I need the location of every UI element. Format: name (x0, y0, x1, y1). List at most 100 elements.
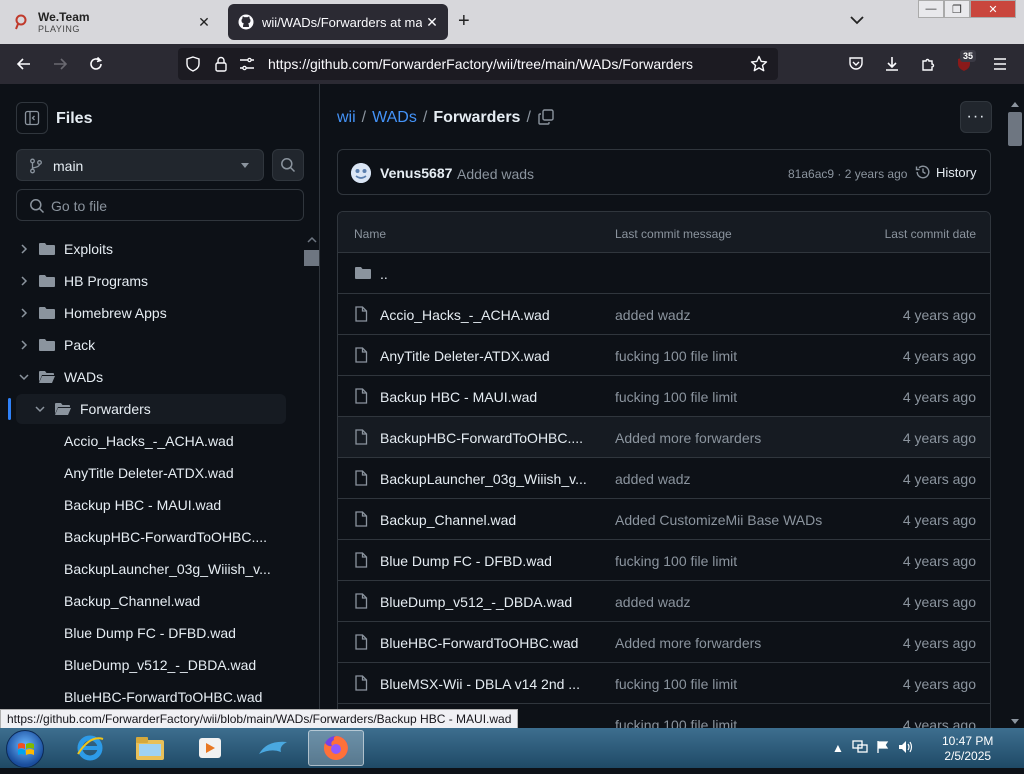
tree-folder-item[interactable]: Pack (16, 330, 286, 360)
tree-folder-item[interactable]: Homebrew Apps (16, 298, 286, 328)
branch-selector[interactable]: main (16, 149, 264, 181)
tree-file-item[interactable]: Backup_Channel.wad (16, 586, 286, 616)
table-row[interactable]: AnyTitle Deleter-ATDX.wad fucking 100 fil… (338, 335, 990, 376)
table-row[interactable]: Backup_Channel.wad Added CustomizeMii Bas… (338, 499, 990, 540)
chevron-right-icon[interactable] (16, 305, 32, 321)
back-button[interactable] (14, 54, 34, 74)
tree-file-item[interactable]: AnyTitle Deleter-ATDX.wad (16, 458, 286, 488)
breadcrumb-repo-link[interactable]: wii (337, 109, 356, 127)
file-name-link[interactable]: BlueHBC-ForwardToOHBC.wad (380, 635, 578, 651)
taskbar-media-player[interactable] (182, 730, 238, 766)
page-scrollbar[interactable] (1006, 100, 1024, 728)
table-row[interactable]: BlueMSX-Wii - DBLA v14 2nd ... fucking 10… (338, 663, 990, 704)
file-name-link[interactable]: AnyTitle Deleter-ATDX.wad (380, 348, 550, 364)
file-name-link[interactable]: Backup_Channel.wad (380, 512, 516, 528)
collapse-sidebar-button[interactable] (16, 102, 48, 134)
window-close-button[interactable]: ✕ (970, 0, 1016, 18)
file-name-link[interactable]: Backup HBC - MAUI.wad (380, 389, 537, 405)
history-button[interactable]: History (915, 164, 976, 180)
file-name-link[interactable]: BackupLauncher_03g_Wiiish_v... (380, 471, 587, 487)
tree-file-item[interactable]: BackupHBC-ForwardToOHBC.... (16, 522, 286, 552)
tree-folder-item[interactable]: Exploits (16, 234, 286, 264)
parent-directory-link[interactable]: .. (380, 266, 388, 282)
table-row[interactable]: BackupLauncher_03g_Wiiish_v... added wadz… (338, 458, 990, 499)
new-tab-button[interactable]: + (458, 10, 470, 33)
file-name-link[interactable]: Accio_Hacks_-_ACHA.wad (380, 307, 550, 323)
go-to-file-field[interactable] (16, 189, 304, 221)
volume-icon[interactable] (898, 740, 914, 757)
commit-message-link[interactable]: added wadz (615, 307, 691, 323)
tree-folder-item[interactable]: Forwarders (16, 394, 286, 424)
address-bar[interactable]: https://github.com/ForwarderFactory/wii/… (178, 48, 778, 80)
network-icon[interactable] (852, 739, 868, 757)
commit-message-link[interactable]: Added more forwarders (615, 635, 761, 651)
taskbar-internet-explorer[interactable] (62, 730, 118, 766)
commit-message-link[interactable]: added wadz (615, 594, 691, 610)
avatar[interactable] (351, 163, 371, 183)
tree-folder-item[interactable]: WADs (16, 362, 286, 392)
tree-file-item[interactable]: Blue Dump FC - DFBD.wad (16, 618, 286, 648)
minimize-button[interactable]: — (918, 0, 944, 18)
taskbar-dolphin[interactable] (246, 730, 302, 766)
lock-icon[interactable] (212, 55, 230, 73)
table-row[interactable]: Blue Dump FC - DFBD.wad fucking 100 file … (338, 540, 990, 581)
commit-message-link[interactable]: fucking 100 file limit (615, 717, 737, 728)
commit-message-link[interactable]: fucking 100 file limit (615, 389, 737, 405)
commit-message-link[interactable]: fucking 100 file limit (615, 553, 737, 569)
start-button[interactable] (6, 730, 44, 768)
file-name-link[interactable]: BlueDump_v512_-_DBDA.wad (380, 594, 572, 610)
commit-message-link[interactable]: fucking 100 file limit (615, 348, 737, 364)
scrollbar-thumb[interactable] (304, 250, 319, 266)
commit-message-link[interactable]: Added CustomizeMii Base WADs (615, 512, 822, 528)
tracking-protection-icon[interactable] (184, 55, 202, 73)
taskbar-firefox[interactable] (308, 730, 364, 766)
copy-path-button[interactable] (537, 108, 555, 126)
commit-message-link[interactable]: added wadz (615, 471, 691, 487)
close-tab-icon[interactable]: ✕ (422, 14, 442, 31)
more-options-button[interactable]: ··· (960, 101, 992, 133)
commit-message-link[interactable]: Added more forwarders (615, 430, 761, 446)
tree-file-item[interactable]: BlueDump_v512_-_DBDA.wad (16, 650, 286, 680)
search-code-button[interactable] (272, 149, 304, 181)
chevron-right-icon[interactable] (16, 337, 32, 353)
close-tab-icon[interactable]: ✕ (194, 14, 214, 31)
extensions-button[interactable] (918, 54, 938, 74)
file-name-link[interactable]: Blue Dump FC - DFBD.wad (380, 553, 552, 569)
commit-message[interactable]: Added wads (457, 166, 534, 182)
downloads-button[interactable] (882, 54, 902, 74)
tray-expand-button[interactable]: ▲ (832, 741, 844, 755)
chevron-right-icon[interactable] (16, 241, 32, 257)
list-tabs-button[interactable] (850, 12, 864, 28)
tree-file-item[interactable]: Accio_Hacks_-_ACHA.wad (16, 426, 286, 456)
maximize-button[interactable]: ❐ (944, 0, 970, 18)
file-name-link[interactable]: BackupHBC-ForwardToOHBC.... (380, 430, 583, 446)
commit-author[interactable]: Venus5687 (380, 165, 452, 181)
tab-github[interactable]: wii/WADs/Forwarders at main ✕ (228, 4, 448, 40)
breadcrumb-wads-link[interactable]: WADs (372, 109, 417, 127)
app-menu-button[interactable] (990, 54, 1010, 74)
table-row[interactable]: Accio_Hacks_-_ACHA.wad added wadz 4 years … (338, 294, 990, 335)
commit-sha[interactable]: 81a6ac9 (788, 167, 834, 181)
reload-button[interactable] (86, 54, 106, 74)
bookmark-star-icon[interactable] (750, 55, 768, 73)
flag-icon[interactable] (876, 740, 890, 757)
table-row[interactable]: BlueDump_v512_-_DBDA.wad added wadz 4 year… (338, 581, 990, 622)
url-text[interactable]: https://github.com/ForwarderFactory/wii/… (268, 56, 693, 72)
tree-folder-item[interactable]: HB Programs (16, 266, 286, 296)
file-name-link[interactable]: BlueMSX-Wii - DBLA v14 2nd ... (380, 676, 580, 692)
tree-file-item[interactable]: BackupLauncher_03g_Wiiish_v... (16, 554, 286, 584)
tree-file-item[interactable]: Backup HBC - MAUI.wad (16, 490, 286, 520)
taskbar-file-explorer[interactable] (122, 730, 178, 766)
sidebar-scrollbar[interactable] (303, 234, 319, 728)
table-row[interactable]: BackupHBC-ForwardToOHBC.... Added more fo… (338, 417, 990, 458)
scroll-up-icon[interactable] (1011, 102, 1019, 107)
commit-message-link[interactable]: fucking 100 file limit (615, 676, 737, 692)
scrollbar-thumb[interactable] (1008, 112, 1022, 146)
tree-file-item[interactable]: BlueHBC-ForwardToOHBC.wad (16, 682, 286, 712)
chevron-down-icon[interactable] (32, 401, 48, 417)
parent-directory-row[interactable]: .. (338, 253, 990, 294)
go-to-file-input[interactable] (51, 196, 291, 216)
pocket-button[interactable] (846, 54, 866, 74)
forward-button[interactable] (50, 54, 70, 74)
chevron-down-icon[interactable] (16, 369, 32, 385)
